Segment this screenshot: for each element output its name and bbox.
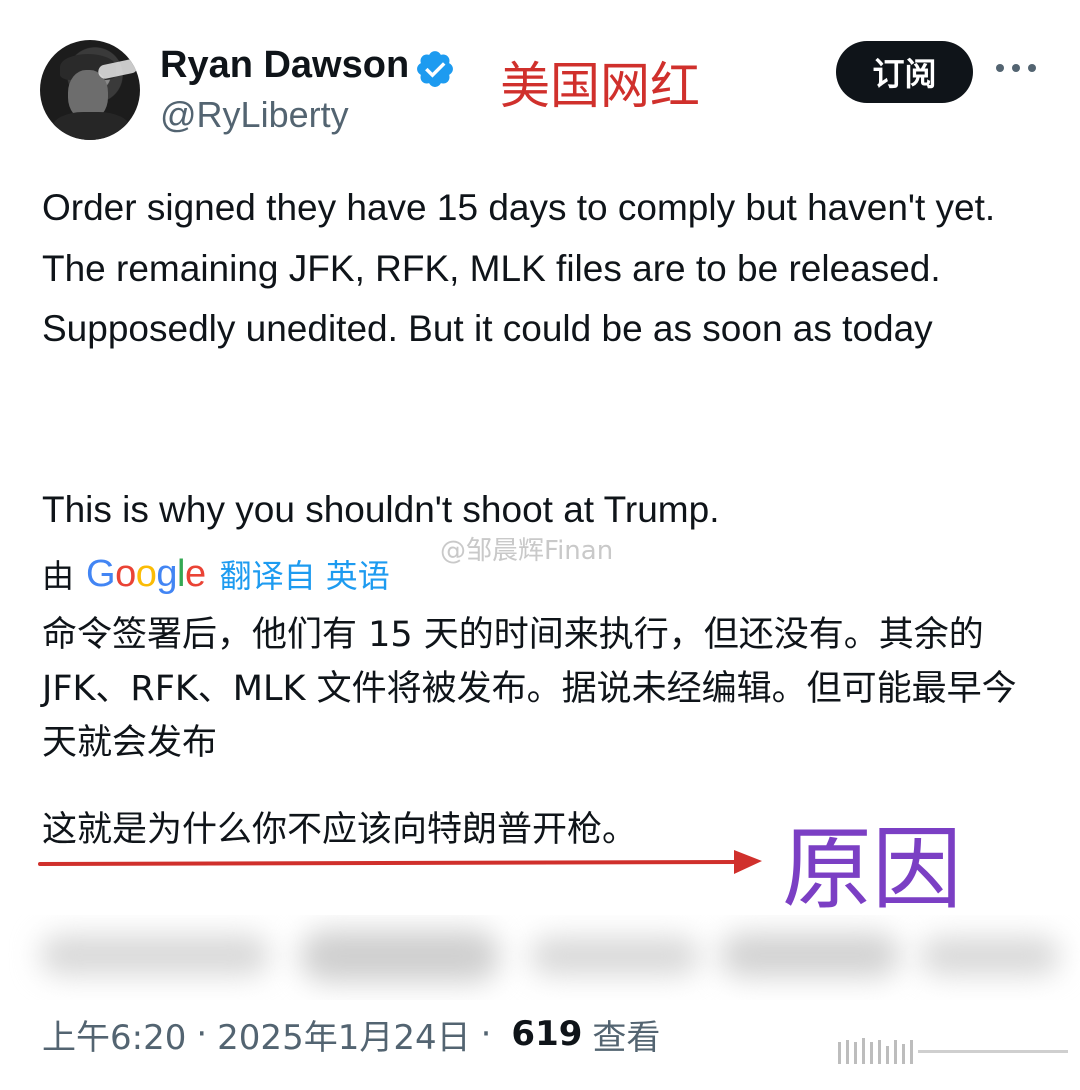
blurred-region bbox=[0, 915, 1080, 1000]
watermark-bars bbox=[838, 1038, 1068, 1064]
translated-by-label: 由 bbox=[42, 557, 75, 595]
display-name[interactable]: Ryan Dawson bbox=[160, 40, 409, 90]
separator: · bbox=[196, 1014, 208, 1054]
more-horizontal-icon[interactable] bbox=[996, 58, 1036, 78]
verified-badge-icon bbox=[417, 51, 453, 87]
translation-attribution: 由 Google 翻译自 英语 bbox=[42, 548, 390, 600]
watermark: @邹晨辉Finan bbox=[440, 536, 614, 566]
tweet-date[interactable]: 2025年1月24日 bbox=[217, 1010, 470, 1059]
user-handle[interactable]: @RyLiberty bbox=[160, 92, 349, 138]
view-label: 查看 bbox=[592, 1017, 661, 1058]
translated-text: 命令签署后，他们有 15 天的时间来执行，但还没有。其余的 JFK、RFK、ML… bbox=[42, 615, 1017, 763]
tweet-text-paragraph-2: This is why you shouldn't shoot at Trump… bbox=[42, 489, 720, 530]
tweet-time[interactable]: 上午6:20 bbox=[42, 1010, 186, 1059]
avatar[interactable] bbox=[40, 40, 140, 140]
annotation-arrow bbox=[38, 850, 762, 874]
tweet-text: Order signed they have 15 days to comply… bbox=[42, 187, 996, 349]
google-logo: Google bbox=[86, 552, 206, 595]
translated-from-link[interactable]: 翻译自 英语 bbox=[220, 551, 390, 597]
subscribe-button[interactable]: 订阅 bbox=[836, 41, 973, 103]
annotation-bottom-label: 原因 bbox=[782, 817, 962, 922]
view-count: 619 bbox=[511, 1014, 583, 1054]
annotation-top-label: 美国网红 bbox=[500, 57, 700, 115]
separator: · bbox=[480, 1014, 492, 1054]
tweet-meta: 上午6:20 · 2025年1月24日 · 619 查看 bbox=[42, 1007, 660, 1061]
